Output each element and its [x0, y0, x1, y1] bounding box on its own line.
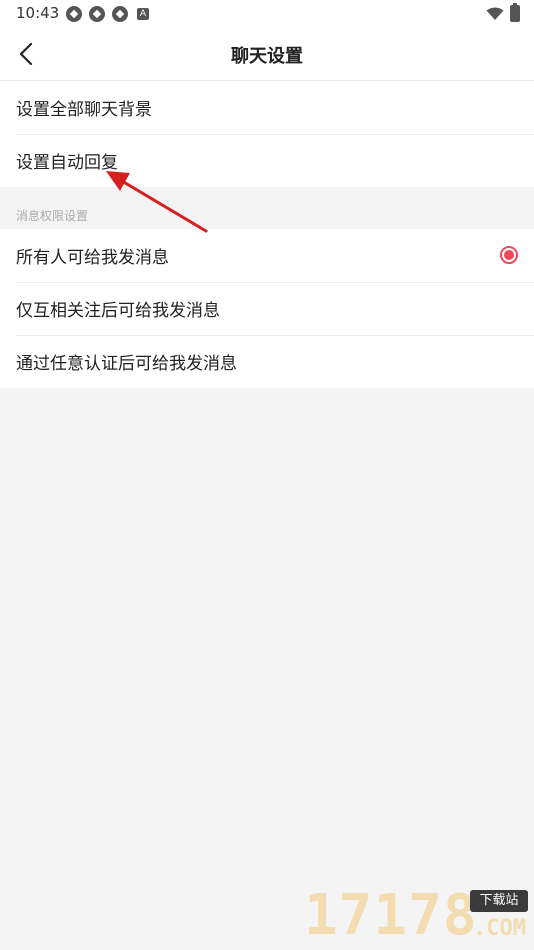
selected-radio-icon[interactable] [500, 246, 518, 264]
aperture-icon [89, 6, 105, 22]
aperture-icon [66, 6, 82, 22]
option-verified[interactable]: 通过任意认证后可给我发消息 [0, 335, 534, 388]
settings-group: 设置全部聊天背景 设置自动回复 [0, 81, 534, 187]
a-badge-icon: A [137, 8, 149, 20]
nav-bar: 聊天设置 [0, 28, 534, 81]
set-all-chat-background-item[interactable]: 设置全部聊天背景 [0, 81, 534, 134]
option-label: 通过任意认证后可给我发消息 [16, 354, 237, 374]
set-auto-reply-item[interactable]: 设置自动回复 [0, 134, 534, 187]
watermark-suffix: .COM [473, 916, 526, 941]
watermark-badge: 下载站 [470, 890, 528, 912]
status-time: 10:43 [16, 4, 60, 22]
permissions-group: 所有人可给我发消息 仅互相关注后可给我发消息 通过任意认证后可给我发消息 [0, 229, 534, 388]
watermark-digits: 17178 [304, 883, 478, 948]
aperture-icon [112, 6, 128, 22]
option-label: 所有人可给我发消息 [16, 248, 169, 268]
section-header-permissions: 消息权限设置 [16, 209, 89, 223]
radio-dot [504, 250, 514, 260]
notification-icons: A [66, 6, 149, 22]
row-label: 设置全部聊天背景 [16, 100, 152, 120]
page-title: 聊天设置 [231, 46, 303, 67]
battery-icon [510, 3, 520, 22]
wifi-icon [486, 7, 504, 20]
status-bar: 10:43 A [0, 0, 534, 28]
option-everyone[interactable]: 所有人可给我发消息 [0, 229, 534, 282]
option-label: 仅互相关注后可给我发消息 [16, 301, 220, 321]
row-label: 设置自动回复 [16, 153, 118, 173]
watermark-logo: 17178 下载站 .COM [304, 886, 528, 946]
option-mutual-follow[interactable]: 仅互相关注后可给我发消息 [0, 282, 534, 335]
status-right [486, 3, 520, 22]
